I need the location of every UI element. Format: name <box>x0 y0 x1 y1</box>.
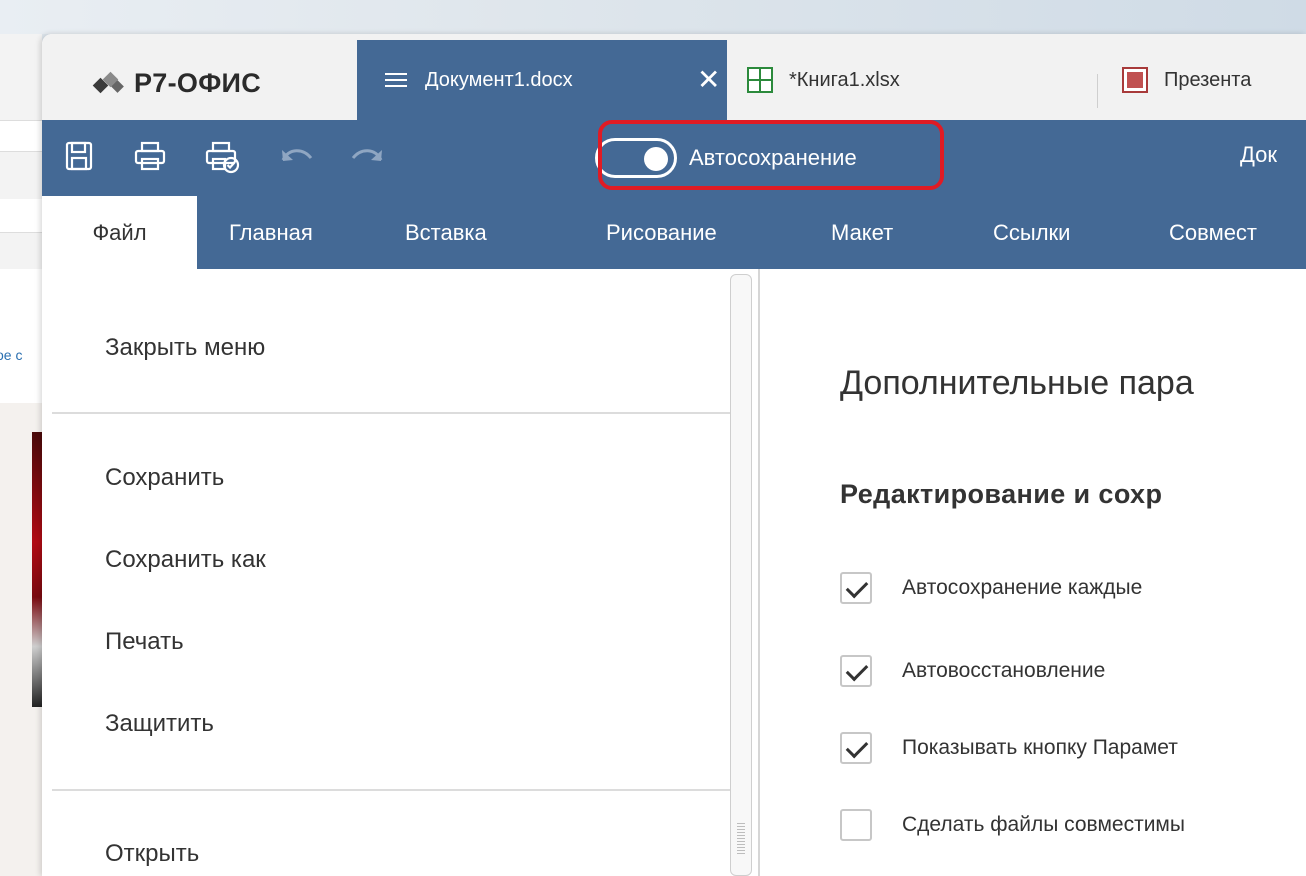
autosave-every-option[interactable]: Автосохранение каждые <box>840 572 1142 604</box>
desktop-background <box>0 0 1306 34</box>
print-icon[interactable] <box>133 140 167 172</box>
close-menu-item[interactable]: Закрыть меню <box>105 334 265 362</box>
background-strip <box>0 120 42 152</box>
open-menu-item[interactable]: Открыть <box>105 840 199 868</box>
save-icon[interactable] <box>64 140 94 172</box>
tab-home[interactable]: Главная <box>229 196 313 269</box>
tab-collaboration[interactable]: Совмест <box>1169 196 1257 269</box>
background-image <box>32 432 42 707</box>
hamburger-icon <box>385 69 407 91</box>
print-menu-item[interactable]: Печать <box>105 628 184 656</box>
tab-references[interactable]: Ссылки <box>993 196 1070 269</box>
menu-scrollbar[interactable] <box>730 274 752 876</box>
protect-menu-item[interactable]: Защитить <box>105 710 214 738</box>
app-logo[interactable]: Р7-ОФИС <box>92 68 262 99</box>
settings-title: Дополнительные пара <box>840 364 1194 402</box>
document-title: Док <box>1240 142 1278 167</box>
compatibility-option[interactable]: Сделать файлы совместимы <box>840 809 1185 841</box>
tab-layout[interactable]: Макет <box>831 196 893 269</box>
autorecover-option[interactable]: Автовосстановление <box>840 655 1105 687</box>
checkbox-label: Показывать кнопку Парамет <box>902 736 1178 759</box>
tab-insert[interactable]: Вставка <box>405 196 487 269</box>
tab-document1[interactable]: Документ1.docx ✕ <box>357 40 727 120</box>
tab-label: Документ1.docx <box>425 68 573 91</box>
compatibility-checkbox[interactable] <box>840 809 872 841</box>
tab-file[interactable]: Файл <box>42 196 197 269</box>
tab-label: Презента <box>1164 68 1252 91</box>
logo-text: Р7-ОФИС <box>134 68 262 98</box>
logo-icon <box>92 71 126 96</box>
checkbox-label: Автосохранение каждые <box>902 576 1143 599</box>
checkbox-label: Сделать файлы совместимы <box>902 813 1185 836</box>
quick-print-icon[interactable] <box>205 140 241 174</box>
presentation-icon <box>1122 67 1148 93</box>
show-paste-options-option[interactable]: Показывать кнопку Парамет <box>840 732 1178 764</box>
scrollbar-grip[interactable] <box>737 823 745 855</box>
save-menu-item[interactable]: Сохранить <box>105 464 224 492</box>
tab-separator <box>1097 74 1098 108</box>
tab-label: *Книга1.xlsx <box>789 68 900 91</box>
menu-divider <box>52 789 730 791</box>
tab-presentation[interactable]: Презента <box>1122 40 1251 120</box>
autosave-every-checkbox[interactable] <box>840 572 872 604</box>
autorecover-checkbox[interactable] <box>840 655 872 687</box>
close-icon[interactable]: ✕ <box>697 66 720 94</box>
tab-book1[interactable]: *Книга1.xlsx <box>747 40 900 120</box>
undo-icon[interactable] <box>279 146 315 166</box>
checkbox-label: Автовосстановление <box>902 659 1106 682</box>
background-strip <box>0 199 42 233</box>
background-link-text: ое с <box>0 347 23 363</box>
section-heading: Редактирование и сохр <box>840 479 1163 509</box>
tab-draw[interactable]: Рисование <box>606 196 717 269</box>
highlight-annotation <box>598 120 944 190</box>
redo-icon[interactable] <box>349 146 385 166</box>
menu-divider <box>52 412 730 414</box>
spreadsheet-icon <box>747 67 773 93</box>
editor-window: Р7-ОФИС Документ1.docx ✕ *Книга1.xlsx Пр… <box>42 34 1306 876</box>
save-as-menu-item[interactable]: Сохранить как <box>105 546 266 574</box>
show-paste-options-checkbox[interactable] <box>840 732 872 764</box>
background-strip <box>0 269 42 403</box>
background-window: ое с <box>0 34 42 876</box>
advanced-settings-pane: Дополнительные пара Редактирование и сох… <box>760 269 1306 876</box>
